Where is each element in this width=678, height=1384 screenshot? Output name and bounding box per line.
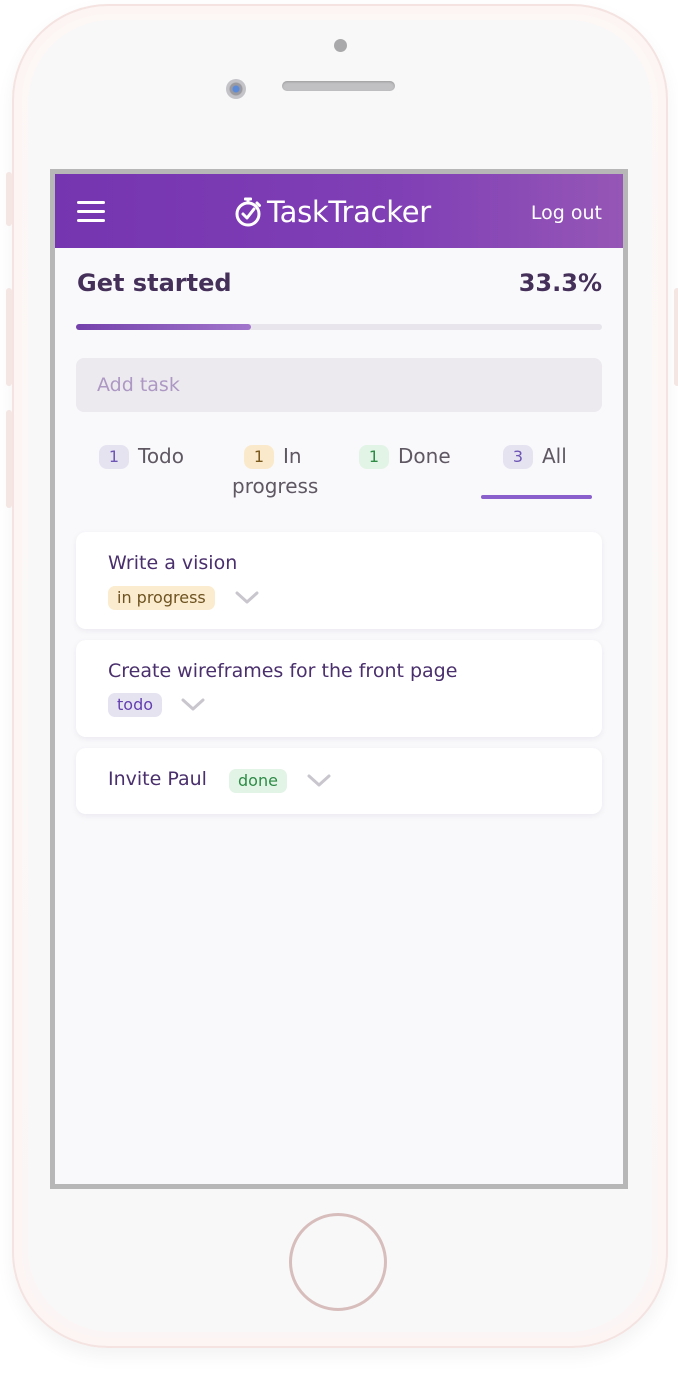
tab-in-progress[interactable]: 1 In progress xyxy=(232,441,342,501)
stopwatch-icon xyxy=(235,197,261,227)
status-badge: in progress xyxy=(108,586,215,610)
phone-volume-down xyxy=(6,410,12,508)
progress-bar-fill xyxy=(76,324,252,330)
tab-todo-count: 1 xyxy=(99,445,129,469)
task-title: Write a vision xyxy=(108,552,238,574)
phone-speaker xyxy=(282,81,395,91)
phone-camera xyxy=(226,79,246,99)
app-header: TaskTracker Log out xyxy=(55,174,623,248)
status-badge: done xyxy=(229,769,287,793)
phone-mute-switch xyxy=(6,172,12,226)
chevron-down-icon[interactable] xyxy=(180,697,206,713)
task-card[interactable]: Invite Paul done xyxy=(76,748,602,814)
tab-todo[interactable]: 1 Todo xyxy=(99,441,184,471)
tab-in-progress-label-line1: In xyxy=(283,444,302,468)
tab-all-label: All xyxy=(542,444,567,468)
phone-power-button xyxy=(674,288,678,386)
chevron-down-icon[interactable] xyxy=(306,773,332,789)
app-name: TaskTracker xyxy=(267,195,431,229)
tab-done-label: Done xyxy=(398,444,451,468)
phone-home-button[interactable] xyxy=(289,1213,387,1311)
logout-button[interactable]: Log out xyxy=(531,202,602,224)
task-card[interactable]: Write a vision in progress xyxy=(76,532,602,629)
tab-all[interactable]: 3 All xyxy=(503,441,567,471)
hamburger-menu-icon[interactable] xyxy=(77,201,105,223)
task-title: Create wireframes for the front page xyxy=(108,660,458,682)
phone-volume-up xyxy=(6,288,12,386)
app-logo: TaskTracker xyxy=(233,194,431,230)
tab-in-progress-count: 1 xyxy=(244,445,274,469)
tab-all-count: 3 xyxy=(503,445,533,469)
phone-sensor xyxy=(334,39,347,52)
task-card[interactable]: Create wireframes for the front page tod… xyxy=(76,640,602,737)
tab-done-count: 1 xyxy=(359,445,389,469)
add-task-input[interactable] xyxy=(76,358,602,412)
tab-todo-label: Todo xyxy=(138,444,184,468)
tab-in-progress-label-line2: progress xyxy=(232,474,319,498)
status-badge: todo xyxy=(108,693,163,717)
progress-bar xyxy=(76,324,602,330)
chevron-down-icon[interactable] xyxy=(234,590,260,606)
app-screen: TaskTracker Log out Get started 33.3% 1T… xyxy=(50,169,628,1189)
progress-percent: 33.3% xyxy=(518,269,602,297)
task-title: Invite Paul xyxy=(108,768,207,790)
active-tab-indicator xyxy=(481,495,592,499)
progress-title: Get started xyxy=(77,269,232,297)
tab-done[interactable]: 1 Done xyxy=(359,441,451,471)
